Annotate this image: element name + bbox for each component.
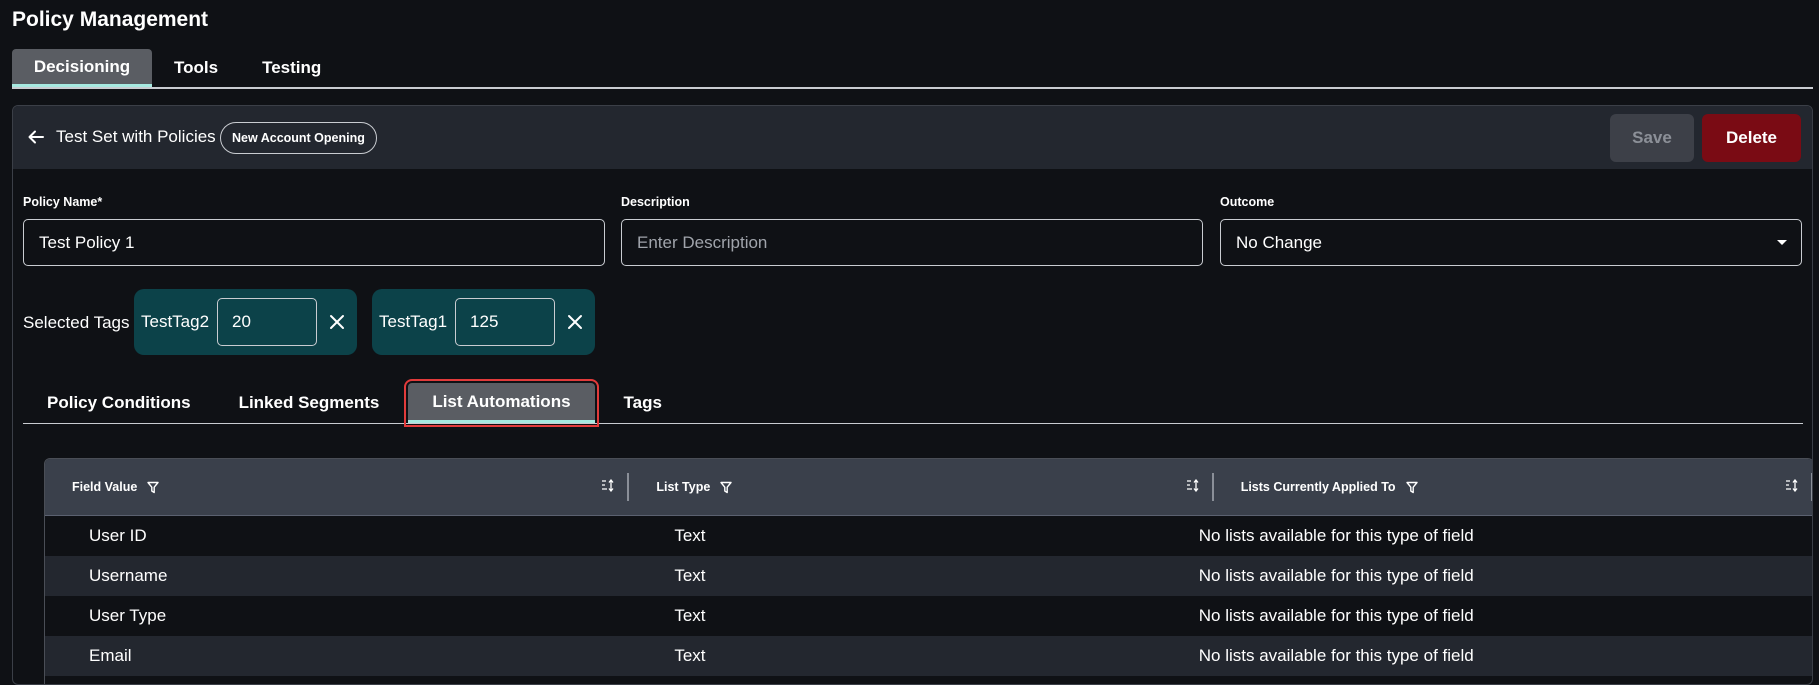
list-type-cell: Text [674, 566, 706, 585]
category-badge: New Account Opening [220, 122, 377, 154]
policy-name-label: Policy Name* [23, 195, 103, 209]
column-title: Field Value [72, 480, 138, 494]
outcome-select[interactable]: No Change [1220, 219, 1802, 266]
list-automations-grid: Field Value List Type Lists Currently Ap… [44, 458, 1812, 684]
list-type-cell: Text [674, 526, 706, 545]
tab-policy-conditions[interactable]: Policy Conditions [23, 383, 215, 423]
close-icon[interactable] [317, 298, 357, 346]
lists-applied-cell: No lists available for this type of fiel… [1198, 566, 1474, 585]
policy-sub-tabs: Policy Conditions Linked Segments List A… [23, 374, 1803, 427]
grid-header: Field Value List Type Lists Currently Ap… [45, 459, 1812, 516]
close-icon[interactable] [555, 298, 595, 346]
policy-name-input[interactable] [23, 219, 605, 266]
list-type-cell: Text [674, 646, 706, 665]
field-value-cell: User Type [89, 606, 167, 625]
tab-linked-segments[interactable]: Linked Segments [215, 383, 404, 423]
field-value-cell: User ID [89, 526, 147, 545]
filter-icon[interactable] [147, 481, 160, 494]
sort-icon[interactable] [601, 479, 615, 492]
delete-button[interactable]: Delete [1702, 114, 1801, 162]
outcome-label: Outcome [1220, 195, 1275, 209]
tab-testing[interactable]: Testing [240, 49, 343, 87]
panel-header: Test Set with Policies New Account Openi… [13, 106, 1812, 169]
field-value-cell: Email [89, 646, 132, 665]
lists-applied-cell: No lists available for this type of fiel… [1198, 606, 1474, 625]
table-row[interactable]: Email Text No lists available for this t… [45, 636, 1812, 676]
column-header-list-type[interactable]: List Type [629, 459, 1214, 515]
tab-list-automations[interactable]: List Automations [404, 379, 599, 427]
filter-icon[interactable] [720, 481, 732, 494]
tag-value-input[interactable] [217, 298, 318, 346]
main-tabs: Decisioning Tools Testing [12, 49, 1813, 89]
lists-applied-cell: No lists available for this type of fiel… [1198, 526, 1474, 545]
save-button[interactable]: Save [1610, 114, 1694, 162]
tag-name: TestTag2 [141, 312, 210, 331]
table-row[interactable]: User Type Text No lists available for th… [45, 596, 1812, 636]
sort-icon[interactable] [1186, 479, 1200, 492]
policy-panel: Test Set with Policies New Account Openi… [12, 105, 1813, 685]
selected-tags-label: Selected Tags [23, 313, 130, 332]
column-title: Lists Currently Applied To [1240, 480, 1396, 494]
outcome-value: No Change [1236, 232, 1323, 252]
tag-chip: TestTag2 [134, 289, 358, 355]
tag-value-input[interactable] [455, 298, 556, 346]
table-row[interactable]: Username Text No lists available for thi… [45, 556, 1812, 596]
column-header-field-value[interactable]: Field Value [45, 459, 630, 515]
column-header-lists-applied[interactable]: Lists Currently Applied To [1214, 459, 1812, 515]
column-title: List Type [656, 480, 711, 494]
table-row[interactable]: User ID Text No lists available for this… [45, 516, 1812, 556]
tag-chip: TestTag1 [372, 289, 596, 355]
tab-tools[interactable]: Tools [152, 49, 240, 87]
page-title: Policy Management [12, 8, 209, 31]
description-label: Description [621, 195, 690, 209]
test-set-title: Test Set with Policies [56, 127, 216, 146]
list-type-cell: Text [674, 606, 706, 625]
back-arrow-icon[interactable] [23, 124, 49, 150]
description-input[interactable] [621, 219, 1203, 266]
sort-icon[interactable] [1785, 479, 1799, 492]
tag-name: TestTag1 [379, 312, 448, 331]
field-value-cell: Username [89, 566, 168, 585]
tab-tags[interactable]: Tags [600, 383, 686, 423]
tab-decisioning[interactable]: Decisioning [12, 49, 152, 87]
caret-down-icon [1777, 240, 1787, 245]
filter-icon[interactable] [1405, 481, 1418, 494]
lists-applied-cell: No lists available for this type of fiel… [1198, 646, 1474, 665]
